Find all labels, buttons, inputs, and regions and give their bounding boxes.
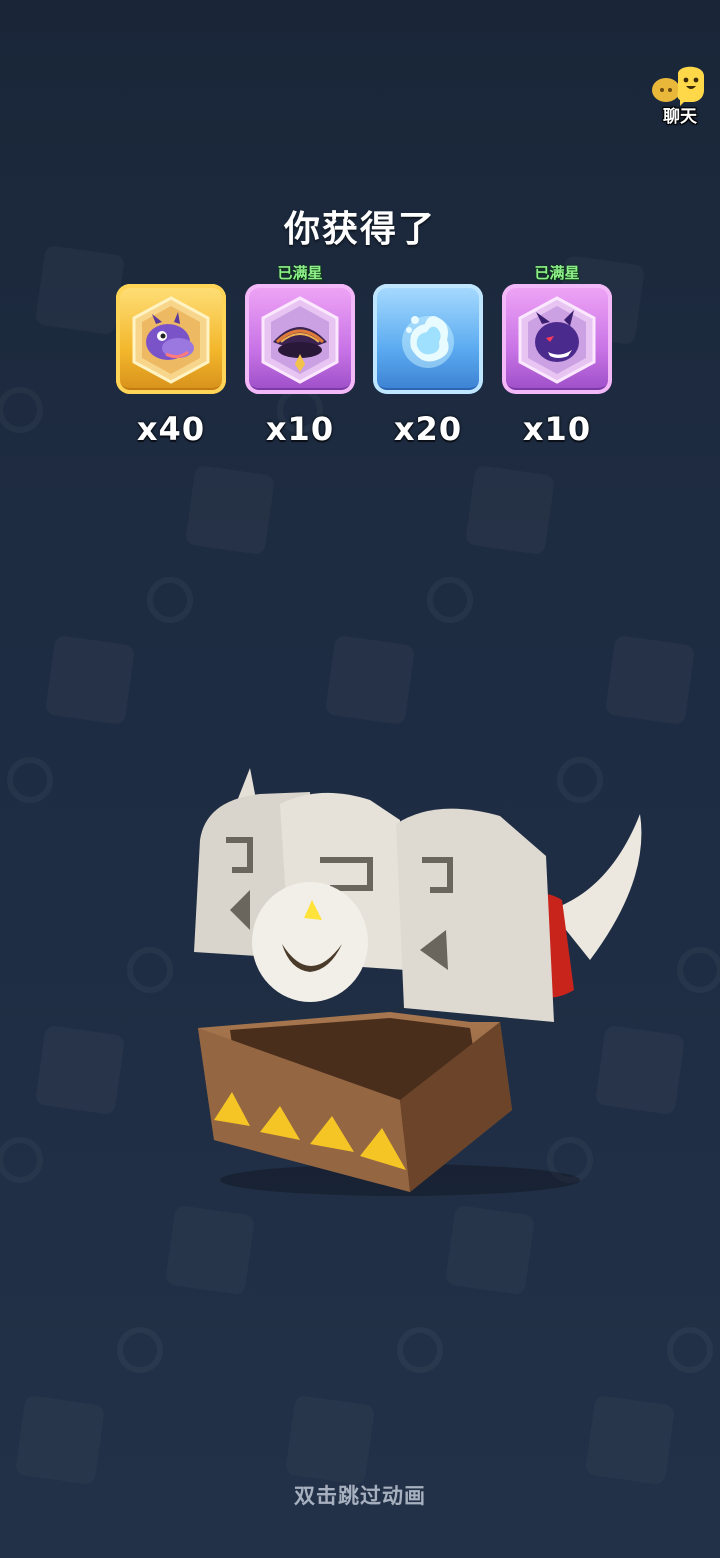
reward-tile-blue	[373, 284, 483, 394]
dark-dragon-icon	[518, 296, 596, 384]
reward-chest[interactable]	[170, 760, 650, 1200]
reward-count: x10	[265, 410, 335, 448]
reward-badge	[116, 262, 226, 282]
spirit-orb-icon	[402, 316, 454, 368]
reward-tile-gold	[116, 284, 226, 394]
reward-count: x10	[522, 410, 592, 448]
dark-shell-icon	[261, 296, 339, 384]
reward-item-shell-card[interactable]: 已满星 x10	[245, 262, 355, 452]
reward-item-dark-dragon-card[interactable]: 已满星 x10	[502, 262, 612, 452]
reward-count: x20	[393, 410, 463, 448]
reward-tile-purple	[502, 284, 612, 394]
purple-dragon-icon	[132, 296, 210, 384]
reward-list: x40 已满星 x10 x20 已满星 x10	[116, 262, 612, 452]
reward-badge	[373, 262, 483, 282]
reward-item-spirit-orb[interactable]: x20	[373, 262, 483, 452]
reward-item-dragon-card[interactable]: x40	[116, 262, 226, 452]
reward-title: 你获得了	[283, 209, 436, 250]
chat-bubble-icon	[652, 66, 704, 106]
max-star-badge: 已满星	[534, 264, 580, 282]
reward-count: x40	[136, 410, 206, 448]
chat-button[interactable]: 聊天	[648, 60, 712, 127]
skip-animation-hint: 双击跳过动画	[294, 1484, 426, 1508]
chat-label: 聊天	[663, 107, 697, 127]
max-star-badge: 已满星	[277, 264, 323, 282]
reward-tile-purple	[245, 284, 355, 394]
